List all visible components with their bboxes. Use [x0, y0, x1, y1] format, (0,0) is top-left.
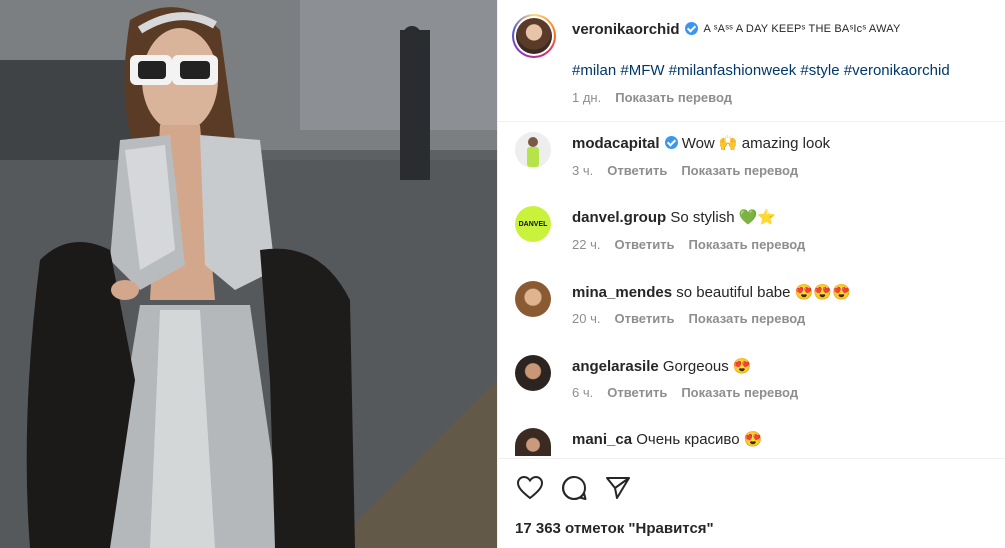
comment: modacapital Wow 🙌 amazing look — [572, 134, 830, 152]
reply-button[interactable]: Ответить — [607, 385, 667, 400]
comment-text: Очень красиво 😍 — [636, 431, 763, 448]
likes-count[interactable]: 17 363 отметок "Нравится" — [515, 520, 714, 537]
comments-panel — [497, 0, 1005, 548]
post-time[interactable]: 1 дн. — [572, 90, 601, 105]
comment-meta: 6 ч. Ответить Показать перевод — [572, 385, 812, 400]
comment-text: Gorgeous 😍 — [662, 358, 752, 375]
author-username[interactable]: veronikaorchid — [572, 21, 680, 38]
comment-username[interactable]: danvel.group — [572, 209, 666, 226]
post-photo[interactable] — [0, 0, 497, 548]
caption-hashtags[interactable]: #milan #MFW #milanfashionweek #style #ve… — [572, 62, 950, 79]
comment-text: so beautiful babe 😍😍😍 — [676, 284, 851, 301]
translate-link[interactable]: Показать перевод — [689, 237, 806, 252]
reply-button[interactable]: Ответить — [607, 163, 667, 178]
comment-time[interactable]: 20 ч. — [572, 311, 600, 326]
avatar-logo-text: DANVEL — [518, 220, 548, 228]
comment-username[interactable]: mani_ca — [572, 431, 632, 448]
caption-meta: 1 дн. Показать перевод — [572, 90, 746, 105]
comment: danvel.group So stylish 💚⭐ — [572, 208, 776, 226]
post-actions — [515, 473, 633, 503]
translate-link[interactable]: Показать перевод — [615, 90, 732, 105]
comment-username[interactable]: angelarasile — [572, 358, 659, 375]
comment-text: So stylish 💚⭐ — [670, 209, 777, 226]
author-avatar[interactable] — [512, 14, 556, 58]
comment-avatar[interactable] — [515, 355, 551, 391]
comment-meta: 20 ч. Ответить Показать перевод — [572, 311, 819, 326]
comment-avatar[interactable]: DANVEL — [515, 206, 551, 242]
comment-avatar[interactable] — [515, 281, 551, 317]
instagram-post: veronikaorchid A ˢAˢˢ A DAY KEEPˢ THE BAˢ… — [0, 0, 1005, 548]
translate-link[interactable]: Показать перевод — [689, 311, 806, 326]
comment-avatar[interactable] — [515, 132, 551, 168]
comment-username[interactable]: mina_mendes — [572, 284, 672, 301]
comment-meta: 22 ч. Ответить Показать перевод — [572, 237, 819, 252]
heart-icon[interactable] — [515, 473, 545, 503]
comment: angelarasile Gorgeous 😍 — [572, 357, 752, 375]
share-icon[interactable] — [603, 473, 633, 503]
comment-icon[interactable] — [559, 473, 589, 503]
verified-badge-icon — [684, 22, 698, 35]
comment-time[interactable]: 6 ч. — [572, 385, 593, 400]
comment-avatar[interactable] — [515, 428, 551, 456]
comment-username[interactable]: modacapital — [572, 135, 660, 152]
divider — [497, 458, 1005, 459]
comment-meta: 3 ч. Ответить Показать перевод — [572, 163, 812, 178]
reply-button[interactable]: Ответить — [614, 237, 674, 252]
comment-time[interactable]: 3 ч. — [572, 163, 593, 178]
translate-link[interactable]: Показать перевод — [681, 385, 798, 400]
divider — [497, 121, 1005, 122]
translate-link[interactable]: Показать перевод — [681, 163, 798, 178]
reply-button[interactable]: Ответить — [614, 311, 674, 326]
comment-text: Wow 🙌 amazing look — [681, 135, 831, 152]
verified-badge-icon — [664, 136, 678, 149]
photo-illustration — [0, 0, 497, 548]
comment-time[interactable]: 22 ч. — [572, 237, 600, 252]
caption-text: A ˢAˢˢ A DAY KEEPˢ THE BAˢIcˢ AWAY — [703, 23, 901, 35]
comment: mina_mendes so beautiful babe 😍😍😍 — [572, 283, 851, 301]
comment: mani_ca Очень красиво 😍 — [572, 430, 762, 448]
caption-header: veronikaorchid A ˢAˢˢ A DAY KEEPˢ THE BAˢ… — [572, 21, 901, 39]
